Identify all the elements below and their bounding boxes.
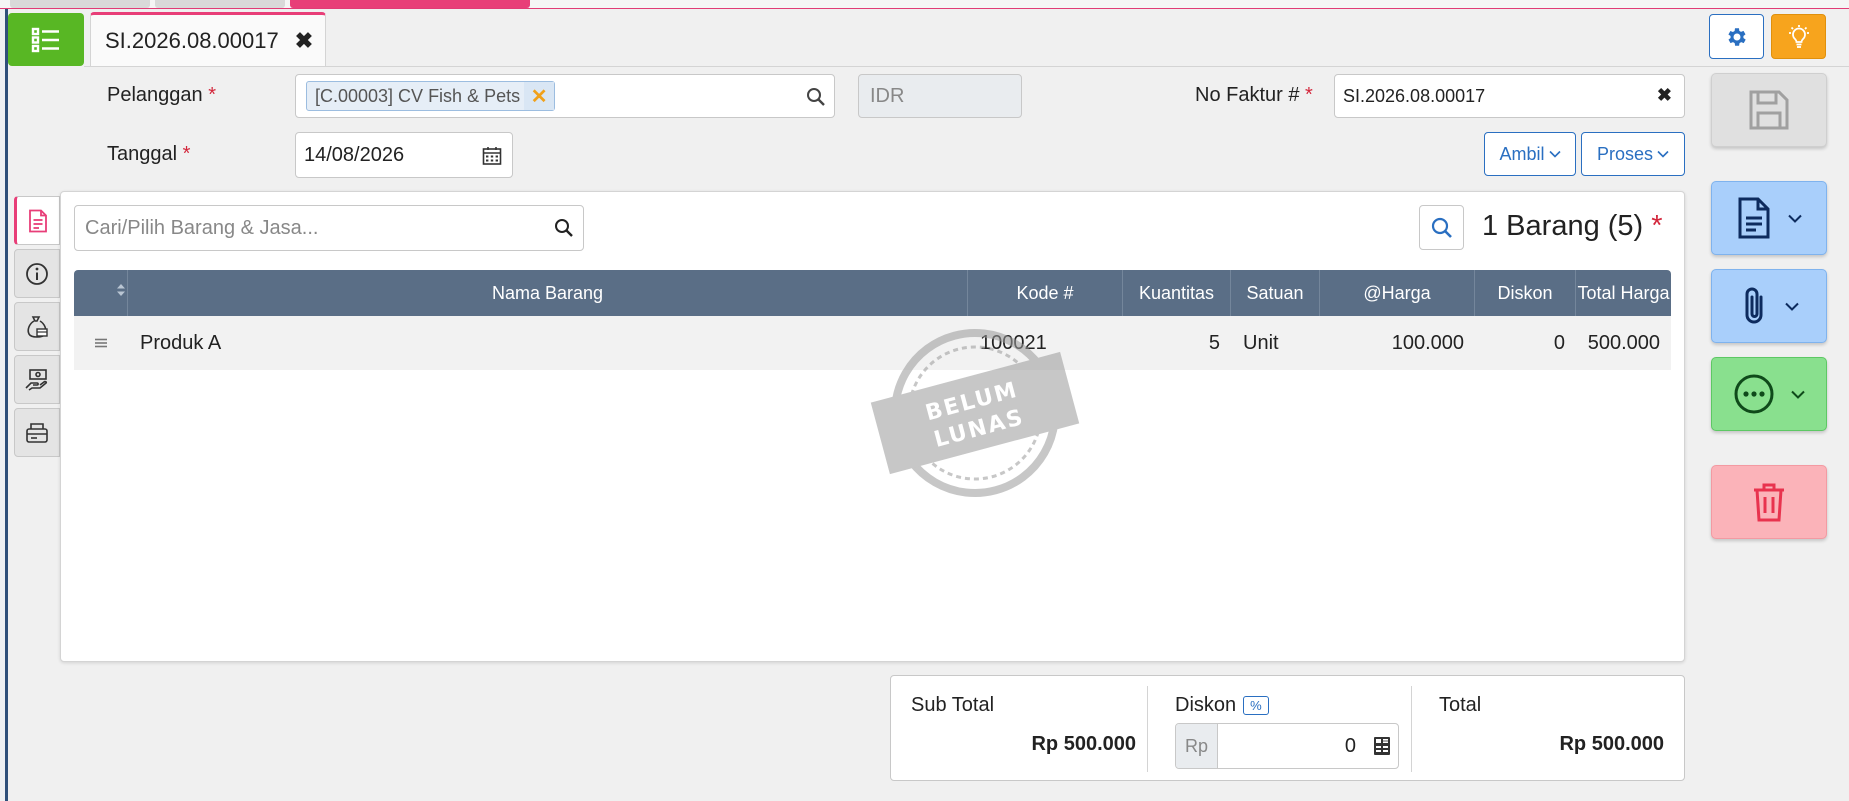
document-tab[interactable]: SI.2026.08.00017 ✖ [90,12,326,67]
list-menu-button[interactable] [8,13,84,66]
sort-icon [116,284,125,296]
subtotal-label: Sub Total [911,694,995,716]
cell-item-price: 100.000 [1391,331,1464,354]
hand-money-icon [25,368,48,391]
delete-button[interactable] [1711,465,1827,539]
calendar-icon[interactable] [482,146,502,166]
clear-icon[interactable]: ✖ [1657,85,1672,106]
background-tab[interactable] [155,0,285,8]
background-tab[interactable] [10,0,150,8]
item-count-heading: 1 Barang (5) * [1482,210,1663,242]
card-machine-icon [26,422,48,443]
cell-item-name: Produk A [140,331,222,354]
divider [1147,686,1148,772]
chevron-down-icon [1785,302,1799,311]
info-icon [26,262,48,285]
ambil-dropdown-button[interactable]: Ambil [1484,132,1576,176]
drag-handle-icon[interactable] [74,316,128,370]
settings-button[interactable] [1709,14,1764,59]
percent-toggle[interactable]: % [1243,696,1269,715]
tips-button[interactable] [1771,14,1826,59]
document-tab-title: SI.2026.08.00017 [105,28,279,53]
date-field[interactable]: 14/08/2026 [295,132,513,178]
side-tab-card[interactable] [14,408,60,457]
total-value: Rp 500.000 [1559,733,1664,755]
customer-field[interactable]: [C.00003] CV Fish & Pets ✕ [295,74,835,118]
paperclip-icon [1745,287,1763,324]
customer-chip: [C.00003] CV Fish & Pets ✕ [306,81,556,111]
side-tab-info[interactable] [14,249,60,298]
column-header-harga[interactable]: @Harga [1320,270,1475,316]
discount-header: Diskon % [1175,694,1269,717]
tab-bar-divider [84,66,1849,67]
save-button[interactable] [1711,73,1827,147]
more-icon [1734,374,1774,414]
divider [1411,686,1412,772]
side-tab-receipt[interactable] [14,355,60,404]
column-header-kuantitas[interactable]: Kuantitas [1123,270,1231,316]
customer-label: Pelanggan * [107,84,217,106]
side-tab-items[interactable] [14,196,60,245]
search-icon [1431,217,1452,238]
invoice-no-label: No Faktur # * [1195,84,1313,106]
proses-dropdown-button[interactable]: Proses [1581,132,1685,176]
item-search-input[interactable] [74,205,584,251]
trash-icon [1754,483,1784,522]
column-header-nama-barang[interactable]: Nama Barang [128,270,968,316]
lightbulb-icon [1788,24,1809,48]
items-table-header: Nama Barang Kode # Kuantitas Satuan @Har… [74,270,1671,316]
item-search[interactable] [74,205,584,251]
active-window-tab[interactable] [290,0,530,8]
cell-item-unit: Unit [1243,331,1279,354]
subtotal-value: Rp 500.000 [1031,733,1136,755]
more-options-button[interactable] [1711,357,1827,431]
sort-column-header[interactable] [74,270,128,316]
money-bag-icon [27,315,48,338]
gear-icon [1727,27,1746,46]
close-icon[interactable]: ✖ [295,28,313,54]
column-header-total-harga[interactable]: Total Harga [1576,270,1671,316]
chevron-down-icon [1788,214,1802,223]
discount-field[interactable]: Rp 0 [1175,723,1399,769]
total-label: Total [1439,694,1482,716]
cell-item-qty: 5 [1208,331,1220,354]
cell-item-total: 500.000 [1587,331,1660,354]
date-label: Tanggal * [107,143,191,165]
calculator-icon[interactable] [1366,724,1398,768]
column-header-diskon[interactable]: Diskon [1475,270,1576,316]
column-header-kode[interactable]: Kode # [968,270,1123,316]
side-tab-payment[interactable] [14,302,60,351]
chevron-down-icon [1657,150,1669,158]
currency-field: IDR [858,74,1022,118]
search-icon[interactable] [554,218,574,238]
column-header-satuan[interactable]: Satuan [1231,270,1320,316]
unpaid-stamp: BELUM LUNAS [870,329,1080,497]
document-icon [29,209,47,232]
list-menu-icon [31,27,59,52]
chevron-down-icon [1548,150,1561,158]
search-icon[interactable] [806,87,826,107]
invoice-no-field[interactable]: SI.2026.08.00017 ✖ [1334,74,1685,118]
print-document-button[interactable] [1711,181,1827,255]
discount-value: 0 [1344,734,1356,757]
totals-panel: Sub Total Rp 500.000 Diskon % Rp 0 Total… [890,675,1685,781]
chevron-down-icon [1791,390,1805,399]
item-search-button[interactable] [1419,205,1464,250]
document-icon [1738,197,1770,239]
attachment-button[interactable] [1711,269,1827,343]
save-icon [1749,90,1789,130]
chip-close-icon[interactable]: ✕ [524,82,555,110]
cell-item-discount: 0 [1553,331,1565,354]
discount-prefix: Rp [1176,724,1218,768]
